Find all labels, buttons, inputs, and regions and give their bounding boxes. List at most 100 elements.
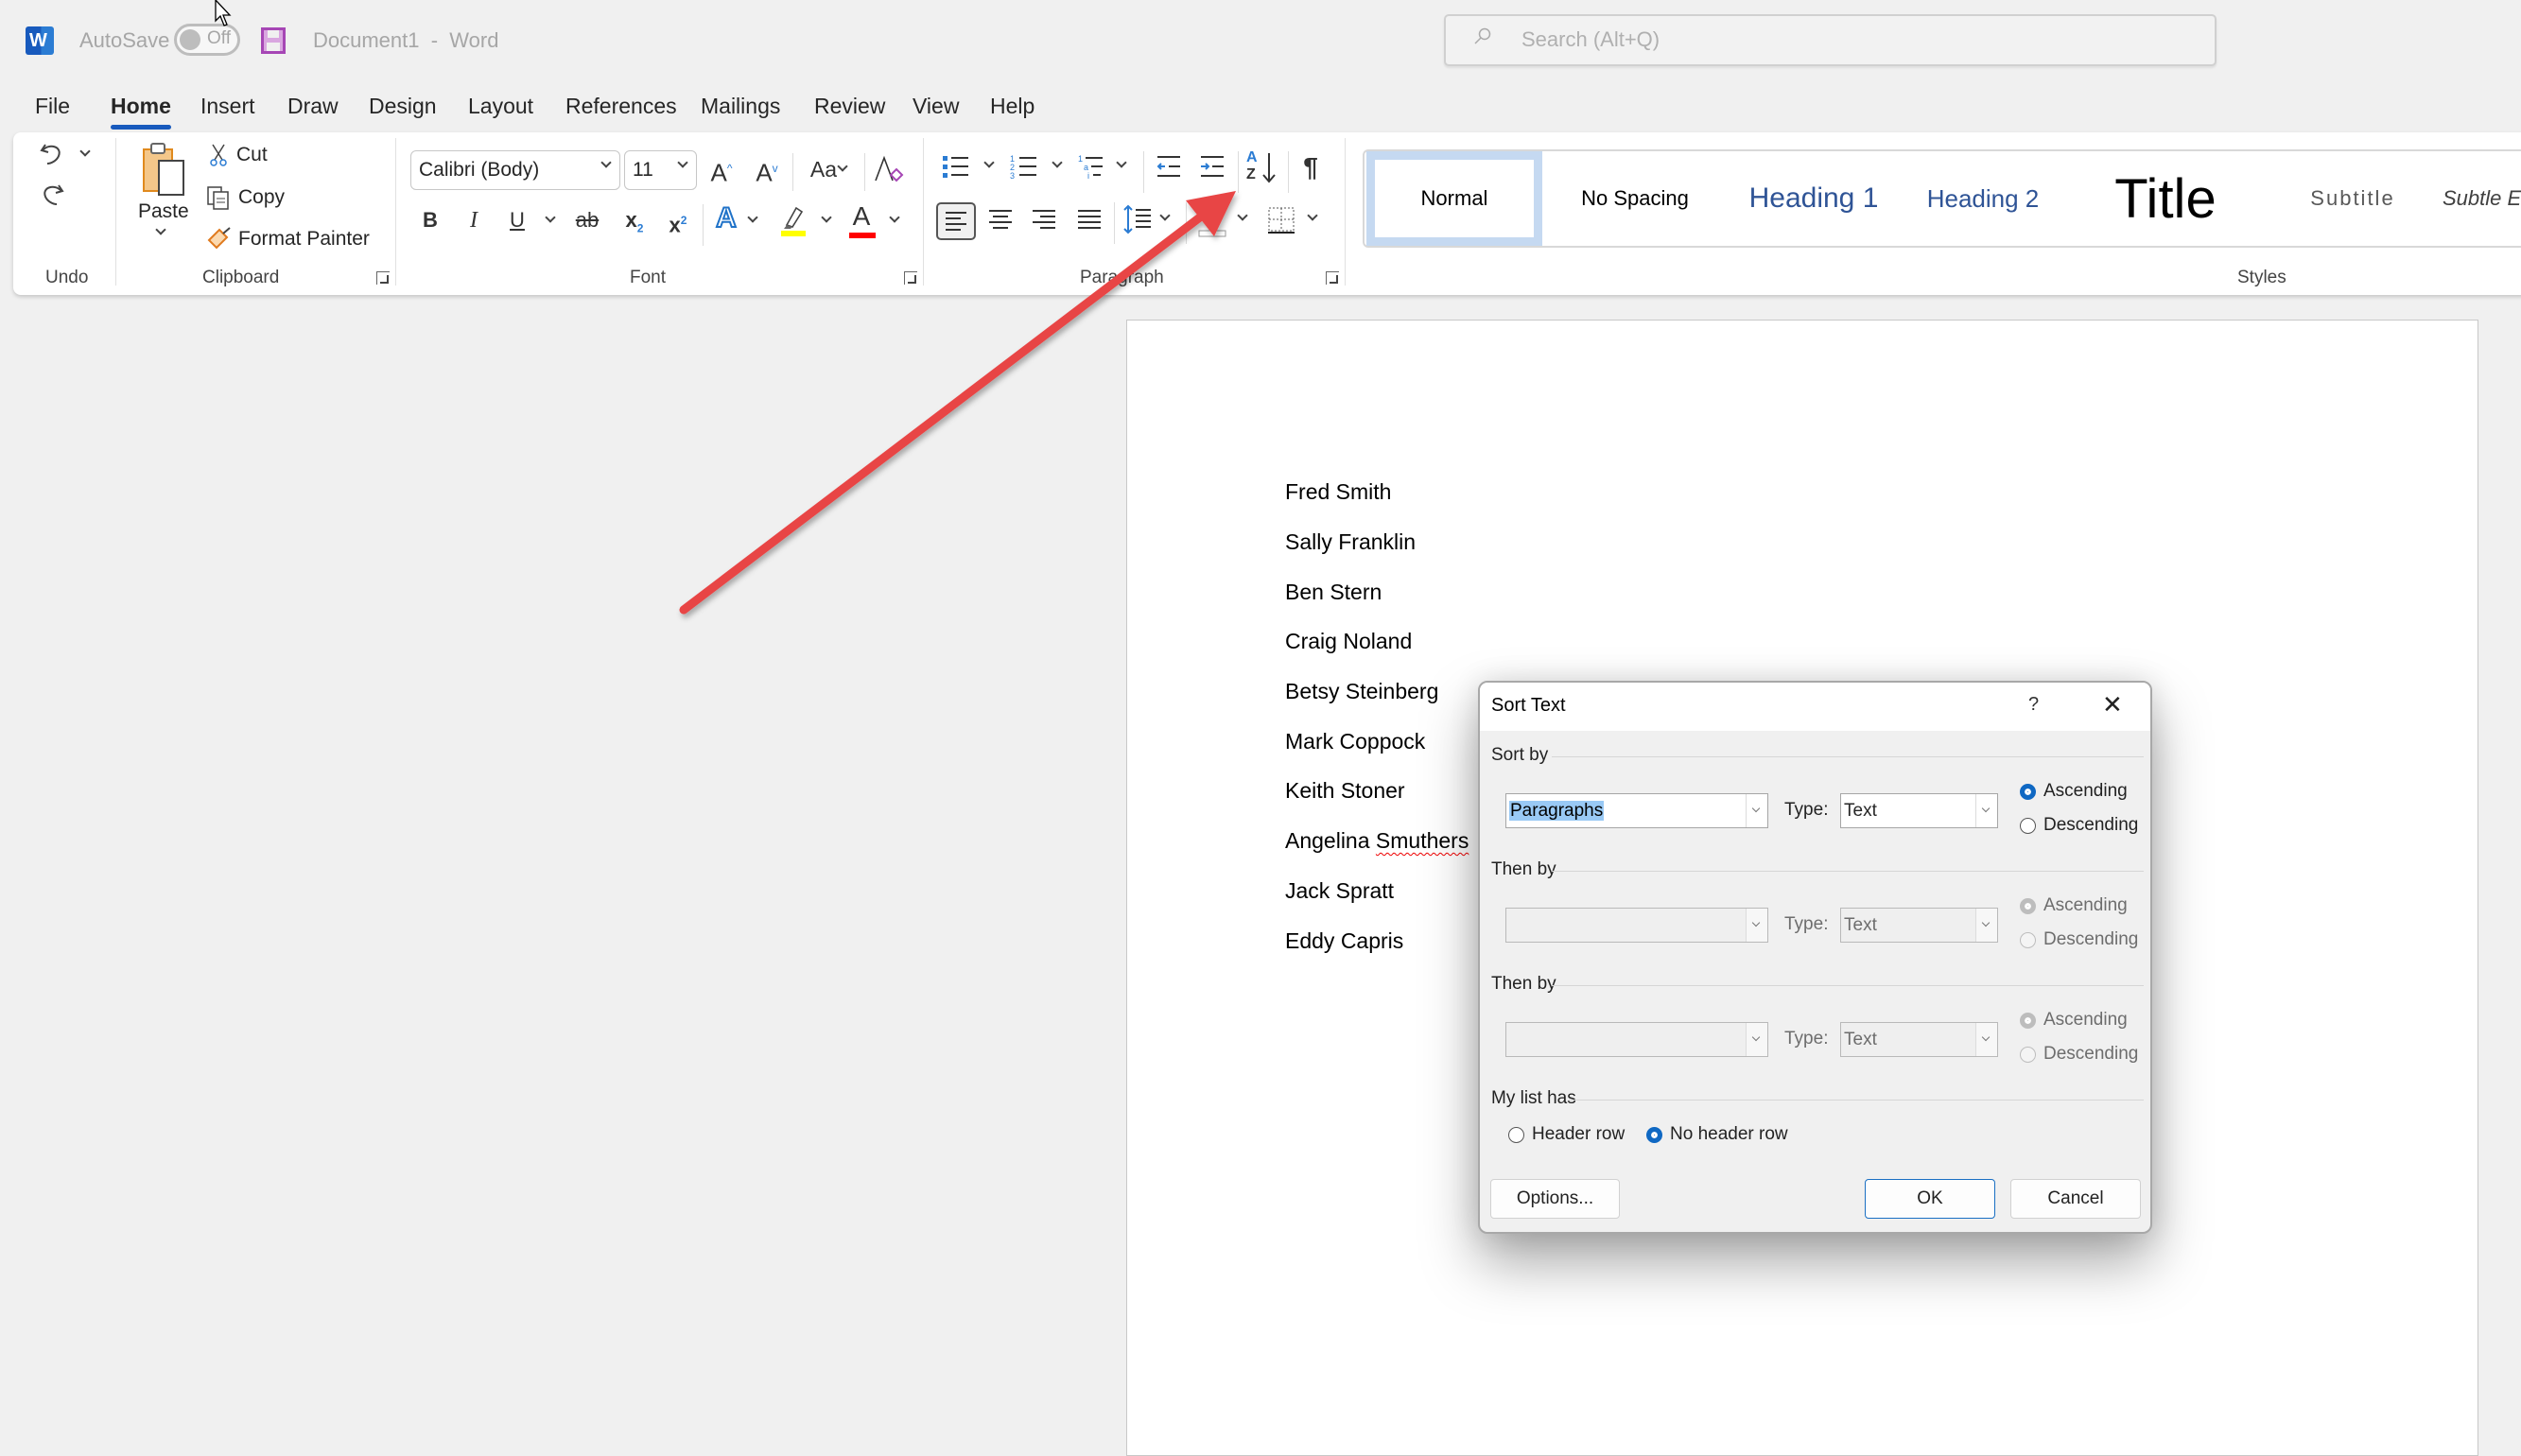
document-line[interactable]: Angelina Smuthers bbox=[1285, 828, 1469, 854]
tab-home[interactable]: Home bbox=[111, 87, 171, 130]
paragraph-dialog-launcher-icon[interactable] bbox=[1326, 271, 1339, 285]
tab-references[interactable]: References bbox=[565, 87, 677, 125]
tab-view[interactable]: View bbox=[913, 87, 959, 125]
header-row-label[interactable]: Header row bbox=[1532, 1124, 1625, 1145]
show-formatting-marks-button[interactable]: ¶ bbox=[1297, 153, 1324, 182]
font-name-combobox[interactable]: Calibri (Body) bbox=[410, 150, 620, 190]
superscript-button[interactable]: x2 bbox=[664, 206, 692, 239]
tab-design[interactable]: Design bbox=[369, 87, 437, 125]
style-title[interactable]: Title bbox=[2076, 151, 2255, 246]
superscript-label: x bbox=[669, 213, 681, 237]
save-icon[interactable] bbox=[261, 27, 286, 54]
style-subtitle[interactable]: Subtitle bbox=[2272, 151, 2433, 246]
align-right-icon[interactable] bbox=[1031, 206, 1057, 236]
tab-mailings[interactable]: Mailings bbox=[701, 87, 780, 125]
sort-by-type-dropdown[interactable]: Text bbox=[1840, 793, 1998, 828]
bullets-icon[interactable] bbox=[942, 154, 970, 181]
clear-formatting-icon[interactable] bbox=[872, 154, 904, 186]
style-normal[interactable]: Normal bbox=[1366, 151, 1542, 246]
then-by-2-field-dropdown[interactable] bbox=[1505, 1022, 1768, 1057]
paste-button[interactable]: Paste bbox=[136, 140, 193, 225]
style-heading-1[interactable]: Heading 1 bbox=[1733, 151, 1894, 246]
no-header-row-radio[interactable] bbox=[1646, 1127, 1662, 1143]
tab-layout[interactable]: Layout bbox=[468, 87, 533, 125]
increase-indent-icon[interactable] bbox=[1199, 154, 1226, 181]
numbering-icon[interactable]: 1 2 3 bbox=[1010, 154, 1038, 181]
document-line[interactable]: Jack Spratt bbox=[1285, 878, 1394, 904]
grow-font-icon[interactable]: A^ bbox=[707, 154, 736, 187]
autosave-toggle[interactable]: Off bbox=[174, 24, 240, 56]
italic-button[interactable]: I bbox=[460, 206, 488, 234]
search-input[interactable]: Search (Alt+Q) bbox=[1444, 14, 2217, 66]
no-header-row-label[interactable]: No header row bbox=[1670, 1124, 1788, 1145]
then-by-1-ascending-radio[interactable] bbox=[2020, 898, 2036, 914]
document-line[interactable]: Sally Franklin bbox=[1285, 529, 1416, 555]
subscript-button[interactable]: x2 bbox=[620, 206, 649, 242]
strikethrough-button[interactable]: ab bbox=[571, 206, 603, 234]
then-by-1-ascending-label[interactable]: Ascending bbox=[2043, 895, 2128, 916]
then-by-2-ascending-radio[interactable] bbox=[2020, 1013, 2036, 1029]
then-by-2-descending-label[interactable]: Descending bbox=[2043, 1044, 2138, 1065]
spelling-error-word[interactable]: Smuthers bbox=[1376, 828, 1469, 853]
sort-by-descending-label[interactable]: Descending bbox=[2043, 815, 2138, 836]
style-subtle-emphasis[interactable]: Subtle E bbox=[2443, 151, 2521, 246]
header-row-radio[interactable] bbox=[1508, 1127, 1524, 1143]
cancel-button[interactable]: Cancel bbox=[2010, 1179, 2141, 1219]
highlight-icon[interactable] bbox=[779, 204, 808, 236]
justify-icon[interactable] bbox=[1076, 206, 1103, 236]
document-line[interactable]: Keith Stoner bbox=[1285, 778, 1405, 804]
options-button[interactable]: Options... bbox=[1490, 1179, 1620, 1219]
style-heading-2[interactable]: Heading 2 bbox=[1907, 151, 2059, 246]
document-line[interactable]: Craig Noland bbox=[1285, 629, 1412, 654]
tab-insert[interactable]: Insert bbox=[200, 87, 255, 125]
font-dialog-launcher-icon[interactable] bbox=[904, 271, 917, 285]
tab-help[interactable]: Help bbox=[990, 87, 1034, 125]
document-line[interactable]: Betsy Steinberg bbox=[1285, 679, 1438, 704]
then-by-1-type-dropdown[interactable]: Text bbox=[1840, 908, 1998, 943]
font-size-combobox[interactable]: 11 bbox=[624, 150, 697, 190]
font-color-button[interactable]: A bbox=[847, 202, 876, 231]
bold-button[interactable]: B bbox=[416, 206, 444, 234]
then-by-1-field-dropdown[interactable] bbox=[1505, 908, 1768, 943]
then-by-2-descending-radio[interactable] bbox=[2020, 1047, 2036, 1063]
format-painter-button[interactable]: Format Painter bbox=[206, 227, 370, 251]
help-button[interactable]: ? bbox=[2028, 694, 2039, 716]
then-by-1-descending-label[interactable]: Descending bbox=[2043, 929, 2138, 950]
ok-button[interactable]: OK bbox=[1865, 1179, 1995, 1219]
then-by-2-type-dropdown[interactable]: Text bbox=[1840, 1022, 1998, 1057]
font-name-value: Calibri (Body) bbox=[419, 159, 540, 181]
tab-review[interactable]: Review bbox=[814, 87, 885, 125]
then-by-1-descending-radio[interactable] bbox=[2020, 932, 2036, 948]
cut-button[interactable]: Cut bbox=[208, 143, 268, 167]
sort-button[interactable]: A Z bbox=[1246, 149, 1278, 187]
align-center-icon[interactable] bbox=[987, 206, 1014, 236]
decrease-indent-icon[interactable] bbox=[1156, 154, 1182, 181]
sort-by-ascending-radio[interactable] bbox=[2020, 784, 2036, 800]
sort-by-ascending-label[interactable]: Ascending bbox=[2043, 781, 2128, 802]
tab-file[interactable]: File bbox=[35, 87, 70, 125]
tab-draw[interactable]: Draw bbox=[287, 87, 339, 125]
line-spacing-icon[interactable] bbox=[1123, 204, 1152, 236]
then-by-2-ascending-label[interactable]: Ascending bbox=[2043, 1010, 2128, 1031]
redo-icon[interactable] bbox=[38, 182, 66, 210]
borders-icon[interactable] bbox=[1267, 206, 1295, 236]
close-button[interactable]: ✕ bbox=[2102, 690, 2123, 719]
sort-by-field-dropdown[interactable]: Paragraphs bbox=[1505, 793, 1768, 828]
document-line[interactable]: Mark Coppock bbox=[1285, 729, 1425, 754]
shading-icon[interactable] bbox=[1197, 204, 1227, 238]
align-left-button[interactable] bbox=[936, 202, 976, 240]
sort-by-descending-radio[interactable] bbox=[2020, 818, 2036, 834]
then-by-2-label: Then by bbox=[1491, 974, 1556, 994]
copy-button[interactable]: Copy bbox=[206, 185, 285, 210]
text-effects-button[interactable]: A bbox=[711, 203, 741, 234]
dialog-title-bar[interactable]: Sort Text ? ✕ bbox=[1480, 683, 2150, 731]
document-line[interactable]: Eddy Capris bbox=[1285, 928, 1403, 954]
underline-button[interactable]: U bbox=[503, 206, 531, 234]
document-line[interactable]: Ben Stern bbox=[1285, 580, 1382, 605]
multilevel-list-icon[interactable]: 1 a i bbox=[1078, 154, 1106, 181]
clipboard-dialog-launcher-icon[interactable] bbox=[376, 271, 390, 285]
style-no-spacing[interactable]: No Spacing bbox=[1550, 151, 1720, 246]
document-line[interactable]: Fred Smith bbox=[1285, 479, 1391, 505]
undo-icon[interactable] bbox=[38, 139, 66, 167]
shrink-font-icon[interactable]: Av bbox=[753, 154, 781, 187]
